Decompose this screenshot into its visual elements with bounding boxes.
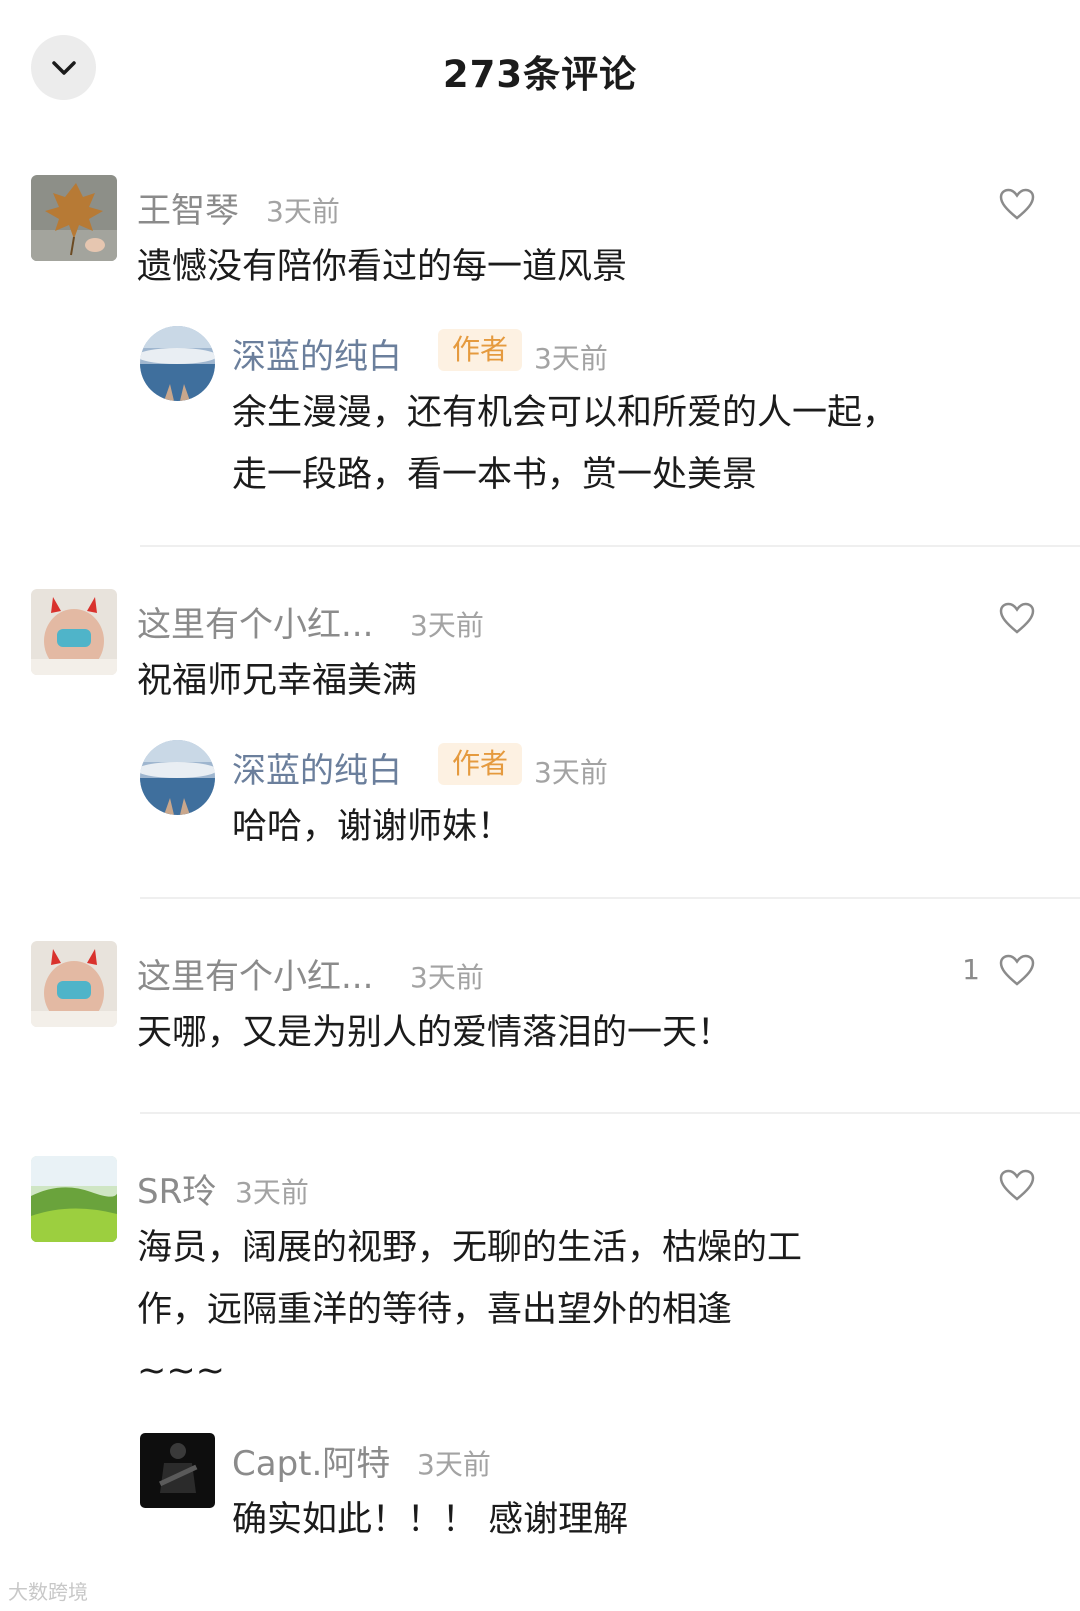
reply-avatar[interactable] [140, 1433, 215, 1508]
comment-text: 遗憾没有陪你看过的每一道风景 [137, 247, 628, 287]
comment-user-name[interactable]: 这里有个小红... [137, 949, 373, 998]
divider [140, 545, 1080, 547]
like-count: 1 [962, 953, 980, 986]
reply-text: 确实如此！！！ 感谢理解 [232, 1500, 629, 1540]
reply-avatar[interactable] [140, 740, 215, 815]
heart-icon[interactable] [998, 1168, 1036, 1202]
comment-user-name[interactable]: 王智琴 [137, 183, 239, 232]
page-title: 273条评论 [442, 53, 638, 96]
comment-text: 作，远隔重洋的等待，喜出望外的相逢 [137, 1290, 733, 1330]
comment-text: 天哪，又是为别人的爱情落泪的一天！ [137, 1013, 733, 1053]
reply-time: 3天前 [417, 1448, 491, 1481]
comment-text: 祝福师兄幸福美满 [137, 661, 418, 701]
comment-time: 3天前 [266, 195, 340, 228]
comment-time: 3天前 [410, 961, 484, 994]
avatar[interactable] [31, 941, 117, 1027]
reply-text: 走一段路，看一本书，赏一处美景 [232, 455, 758, 495]
avatar[interactable] [31, 589, 117, 675]
reply-time: 3天前 [534, 342, 608, 375]
reply-time: 3天前 [534, 756, 608, 789]
avatar[interactable] [31, 175, 117, 261]
watermark: 大数跨境 [8, 1580, 88, 1604]
avatar[interactable] [31, 1156, 117, 1242]
reply-user-name[interactable]: Capt.阿特 [232, 1436, 390, 1485]
reply-avatar[interactable] [140, 326, 215, 401]
heart-icon[interactable] [998, 601, 1036, 635]
reply-text: 哈哈，谢谢师妹！ [232, 807, 513, 847]
heart-icon[interactable] [998, 953, 1036, 987]
reply-user-name[interactable]: 深蓝的纯白 [232, 743, 402, 792]
comments-header: 273条评论 [0, 0, 1080, 140]
comment-text: 海员，阔展的视野，无聊的生活，枯燥的工 [137, 1228, 803, 1268]
heart-icon[interactable] [998, 187, 1036, 221]
author-badge: 作者 [438, 743, 522, 785]
comment-user-name[interactable]: SR玲 [137, 1164, 216, 1213]
comment-time: 3天前 [410, 609, 484, 642]
comment-time: 3天前 [235, 1176, 309, 1209]
divider [140, 897, 1080, 899]
comment-text: ~~~ [137, 1351, 225, 1391]
author-badge: 作者 [438, 329, 522, 371]
reply-text: 余生漫漫，还有机会可以和所爱的人一起， [232, 393, 898, 433]
reply-user-name[interactable]: 深蓝的纯白 [232, 329, 402, 378]
comment-user-name[interactable]: 这里有个小红... [137, 597, 373, 646]
divider [140, 1112, 1080, 1114]
